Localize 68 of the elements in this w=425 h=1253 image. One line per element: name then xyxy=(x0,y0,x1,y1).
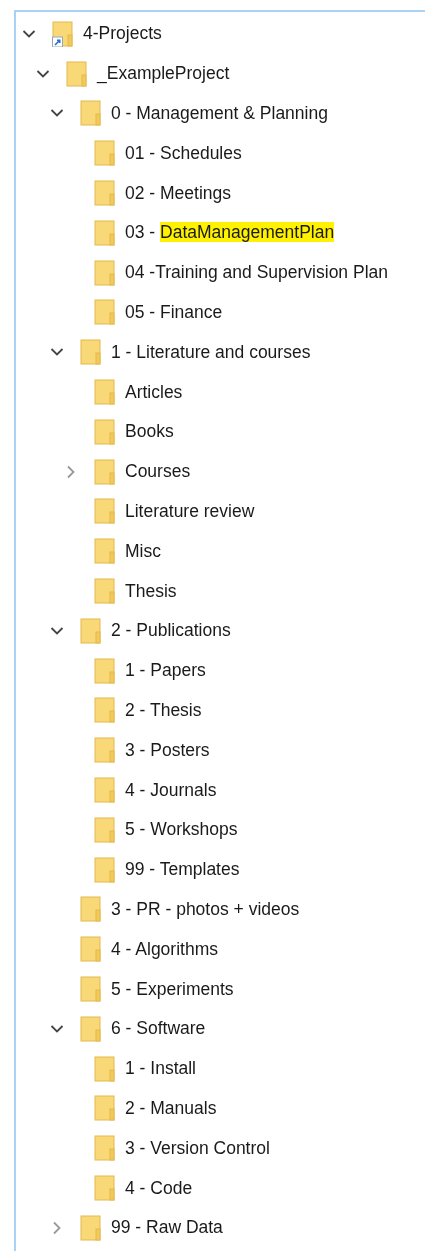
folder-icon xyxy=(94,1175,115,1201)
collapse-chevron-icon[interactable] xyxy=(50,347,64,358)
tree-item-label[interactable]: 1 - Literature and courses xyxy=(111,341,311,363)
folder-icon xyxy=(94,538,115,565)
folder-icon xyxy=(94,816,115,843)
tree-item-label[interactable]: 2 - Thesis xyxy=(125,699,202,721)
folder-icon xyxy=(80,976,101,1002)
tree-item-label[interactable]: 2 - Manuals xyxy=(125,1097,217,1119)
tree-item-label[interactable]: Courses xyxy=(125,461,191,483)
folder-icon xyxy=(94,418,115,445)
tree-item-label[interactable]: 99 - Templates xyxy=(125,859,240,881)
folder-icon xyxy=(94,259,115,286)
collapse-chevron-icon[interactable] xyxy=(22,28,36,39)
tree-item-label[interactable]: 01 - Schedules xyxy=(125,142,242,164)
folder-icon xyxy=(94,1095,115,1122)
folder-icon xyxy=(94,697,115,724)
folder-icon xyxy=(94,379,115,406)
tree-item-label[interactable]: 2 - Publications xyxy=(111,620,231,642)
tree-item-label[interactable]: 99 - Raw Data xyxy=(111,1217,223,1239)
tree-item-label[interactable]: _ExampleProject xyxy=(97,63,230,85)
tree-item-label[interactable]: 4 - Journals xyxy=(125,779,217,801)
tree-item-label[interactable]: Thesis xyxy=(125,580,177,602)
folder-icon xyxy=(94,737,115,764)
folder-icon xyxy=(94,180,115,207)
collapse-chevron-icon[interactable] xyxy=(50,1023,64,1034)
folder-icon xyxy=(66,60,87,87)
folder-icon xyxy=(80,1214,101,1241)
folder-icon xyxy=(94,777,115,804)
folder-icon xyxy=(94,1135,115,1162)
tree-item-label[interactable]: 5 - Experiments xyxy=(111,978,234,1000)
tree-item-label[interactable]: 5 - Workshops xyxy=(125,819,238,841)
folder-icon xyxy=(80,936,101,963)
tree-item-label[interactable]: 05 - Finance xyxy=(125,301,223,323)
tree-item-label[interactable]: Books xyxy=(125,421,174,443)
tree-item-label[interactable]: 6 - Software xyxy=(111,1018,206,1040)
folder-icon xyxy=(94,856,115,883)
folder-icon xyxy=(94,140,115,167)
expand-chevron-icon[interactable] xyxy=(52,1220,62,1235)
folder-icon xyxy=(94,657,115,684)
collapse-chevron-icon[interactable] xyxy=(50,108,64,119)
folder-icon xyxy=(80,1015,101,1042)
tree-item-label[interactable]: 3 - PR - photos + videos xyxy=(111,898,300,920)
tree-item-label[interactable]: Literature review xyxy=(125,500,255,522)
tree-item-label[interactable]: 02 - Meetings xyxy=(125,182,232,204)
tree-item-label[interactable]: 04 -Training and Supervision Plan xyxy=(125,262,388,284)
tree-item-label[interactable]: Misc xyxy=(125,540,161,562)
collapse-chevron-icon[interactable] xyxy=(36,68,50,79)
tree-item-label[interactable]: Articles xyxy=(125,381,183,403)
folder-icon xyxy=(94,1055,115,1082)
folder-icon xyxy=(94,458,115,485)
tree-item-label[interactable]: 4 - Algorithms xyxy=(111,938,218,960)
folder-icon xyxy=(94,299,115,326)
folder-icon xyxy=(80,617,101,644)
tree-item-label[interactable]: 0 - Management & Planning xyxy=(111,103,328,124)
collapse-chevron-icon[interactable] xyxy=(50,625,64,636)
tree-item-label[interactable]: 3 - Version Control xyxy=(125,1137,270,1159)
expand-chevron-icon[interactable] xyxy=(66,464,76,479)
tree-item-label[interactable]: 4 - Code xyxy=(125,1177,193,1199)
tree-item-label[interactable]: 4-Projects xyxy=(83,23,162,45)
folder-icon xyxy=(80,100,101,127)
tree-item-label[interactable]: 1 - Papers xyxy=(125,660,206,682)
folder-icon xyxy=(80,339,101,366)
folder-icon xyxy=(94,219,115,246)
folder-icon xyxy=(94,578,115,605)
folder-icon xyxy=(94,498,115,525)
tree-item-label[interactable]: 1 - Install xyxy=(125,1058,196,1080)
folder-icon xyxy=(80,896,101,923)
tree-item-label[interactable]: 3 - Posters xyxy=(125,739,210,761)
